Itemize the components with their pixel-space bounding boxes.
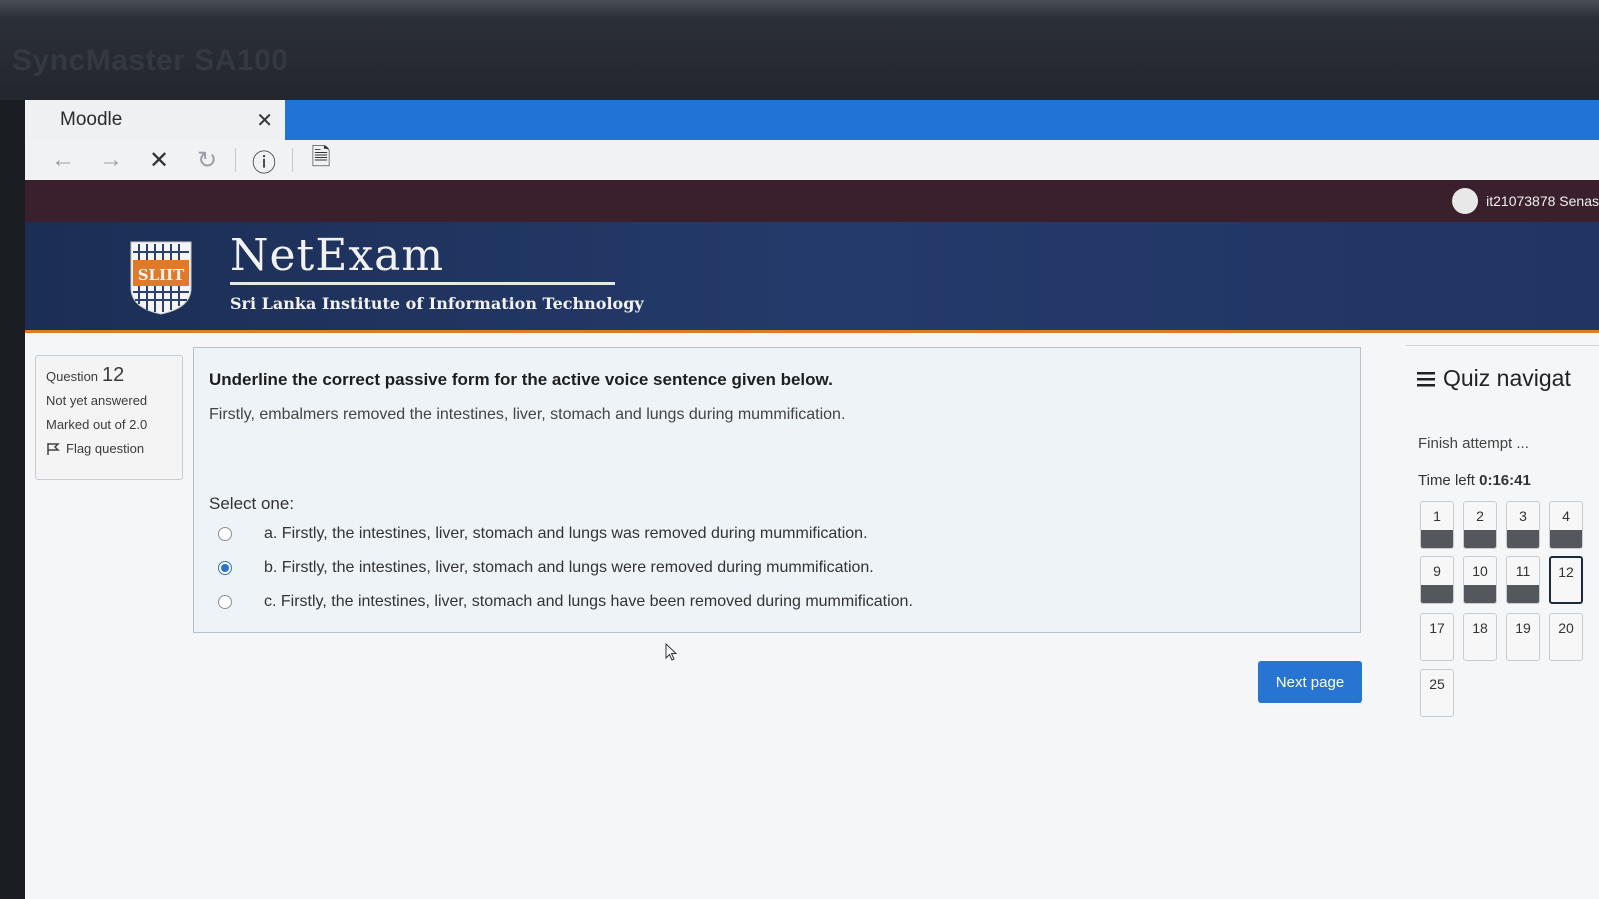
quiz-nav-button-20[interactable]: 20 [1549,613,1583,661]
site-title: NetExam [230,230,445,281]
site-subtitle: Sri Lanka Institute of Information Techn… [230,294,644,313]
quiz-nav-button-label: 4 [1562,508,1570,524]
quiz-nav-title: Quiz navigat [1417,365,1571,392]
question-number-value: 12 [102,364,125,386]
screen: Moodle ✕ ← → ✕ ↻ ⓘ 🗎 it21073878 Senas SL [25,100,1599,899]
select-one-label: Select one: [209,494,295,513]
quiz-nav-button-17[interactable]: 17 [1420,613,1454,661]
quiz-nav-button-label: 3 [1519,508,1527,524]
user-bar: it21073878 Senas [25,180,1599,222]
time-left: Time left 0:16:41 [1418,472,1531,489]
browser-tab[interactable]: Moodle ✕ [25,100,285,140]
quiz-nav-button-1[interactable]: 1 [1420,501,1454,549]
question-info: Question 12 Not yet answered Marked out o… [35,355,183,480]
quiz-nav-button-label: 17 [1429,620,1445,636]
quiz-nav-button-9[interactable]: 9 [1420,556,1454,604]
flag-icon [47,442,60,455]
forward-icon[interactable]: → [87,143,135,177]
browser-navbar: ← → ✕ ↻ ⓘ 🗎 [25,140,1599,180]
page-icon[interactable]: 🗎 [297,143,345,177]
monitor-bezel: SyncMaster SA100 [0,0,1599,100]
stop-icon[interactable]: ✕ [135,143,183,177]
quiz-nav-button-label: 11 [1515,563,1531,579]
quiz-nav-button-18[interactable]: 18 [1463,613,1497,661]
quiz-nav-button-label: 12 [1558,564,1574,580]
monitor-brand: SyncMaster SA100 [12,44,289,77]
nav-separator [235,148,236,172]
nav-divider [1405,345,1599,346]
avatar[interactable] [1452,188,1479,214]
quiz-nav-button-label: 9 [1433,563,1441,579]
answer-option-a[interactable]: a. Firstly, the intestines, liver, stoma… [218,525,868,543]
quiz-nav-button-2[interactable]: 2 [1463,501,1497,549]
info-icon[interactable]: ⓘ [240,143,288,177]
quiz-nav-button-label: 19 [1515,620,1531,636]
question-number: Question 12 [46,364,172,387]
site-header: SLIIT NetExam Sri Lanka Institute of Inf… [25,222,1599,333]
quiz-nav-button-10[interactable]: 10 [1463,556,1497,604]
nav-separator [292,148,293,172]
radio-option-b[interactable] [218,561,232,575]
flag-question-label: Flag question [66,441,145,456]
hamburger-icon[interactable] [1417,371,1435,387]
question-grade: Marked out of 2.0 [46,417,148,432]
question-label: Question [46,369,99,384]
mouse-cursor-icon [665,643,677,661]
back-icon[interactable]: ← [39,143,87,177]
tab-bar: Moodle ✕ [25,100,1599,140]
answer-text-c: c. Firstly, the intestines, liver, stoma… [264,593,913,610]
question-state: Not yet answered [46,393,148,408]
tab-close-icon[interactable]: ✕ [256,108,273,133]
answer-option-c[interactable]: c. Firstly, the intestines, liver, stoma… [218,593,913,611]
logo-text: SLIIT [138,266,185,284]
radio-option-a[interactable] [218,527,232,541]
quiz-nav-button-label: 25 [1429,676,1445,692]
question-content: Underline the correct passive form for t… [193,347,1361,633]
quiz-navigation: Quiz navigat Finish attempt ... Time lef… [1405,345,1599,745]
quiz-nav-button-label: 10 [1472,563,1488,579]
quiz-nav-button-12[interactable]: 12 [1549,556,1583,604]
finish-attempt-link[interactable]: Finish attempt ... [1418,435,1529,452]
flag-question-link[interactable]: Flag question [46,441,172,456]
time-left-label: Time left [1418,472,1475,489]
radio-option-c[interactable] [218,595,232,609]
quiz-nav-button-label: 2 [1476,508,1484,524]
quiz-nav-button-3[interactable]: 3 [1506,501,1540,549]
answer-option-b[interactable]: b. Firstly, the intestines, liver, stoma… [218,559,874,577]
answer-text-b: b. Firstly, the intestines, liver, stoma… [264,559,874,576]
quiz-nav-button-4[interactable]: 4 [1549,501,1583,549]
answer-text-a: a. Firstly, the intestines, liver, stoma… [264,525,868,542]
tab-title: Moodle [60,109,123,130]
quiz-nav-button-19[interactable]: 19 [1506,613,1540,661]
question-sentence: Firstly, embalmers removed the intestine… [209,406,846,423]
reload-icon[interactable]: ↻ [183,143,231,177]
quiz-nav-title-text: Quiz navigat [1443,365,1571,391]
time-left-value: 0:16:41 [1479,472,1531,489]
username[interactable]: it21073878 Senas [1486,193,1599,209]
sliit-logo-icon: SLIIT [130,241,192,315]
quiz-nav-button-11[interactable]: 11 [1506,556,1540,604]
next-page-button[interactable]: Next page [1258,661,1362,703]
quiz-nav-button-label: 18 [1472,620,1488,636]
quiz-nav-button-label: 20 [1558,620,1574,636]
title-divider [230,282,615,285]
quiz-nav-button-label: 1 [1433,508,1441,524]
question-prompt: Underline the correct passive form for t… [209,370,833,389]
quiz-nav-button-25[interactable]: 25 [1420,669,1454,717]
